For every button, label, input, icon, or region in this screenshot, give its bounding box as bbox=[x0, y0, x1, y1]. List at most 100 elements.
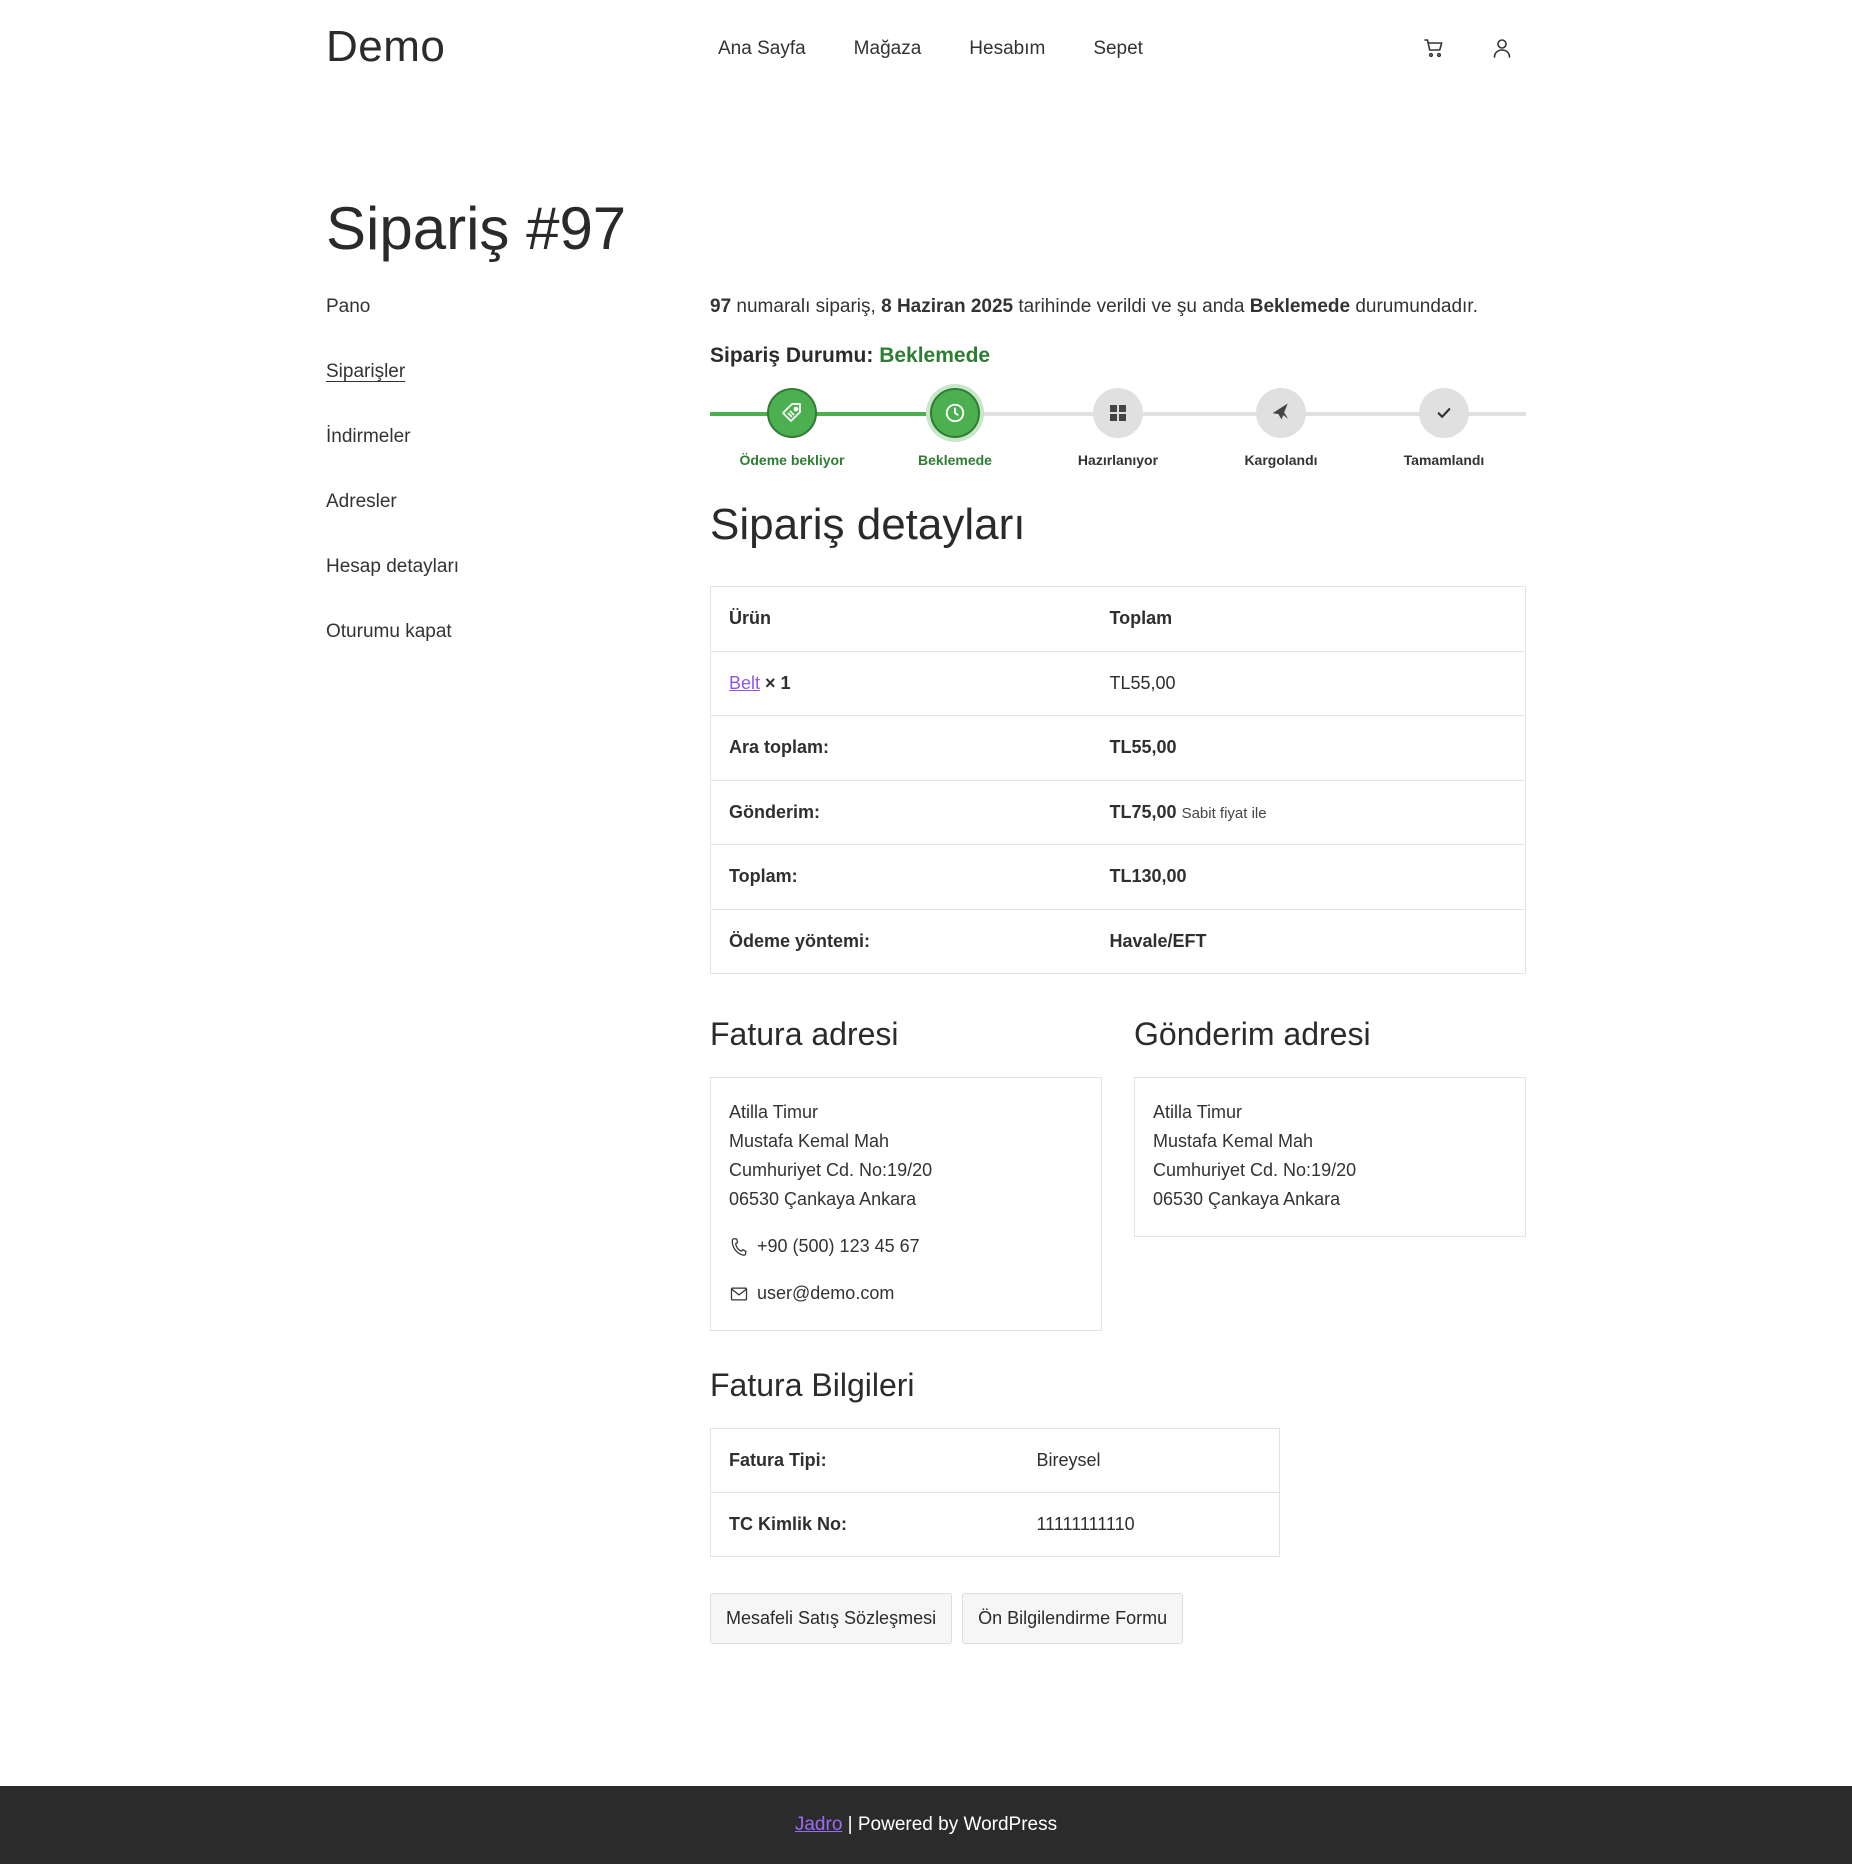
intro-text-1: numaralı sipariş, bbox=[736, 296, 876, 317]
footer-theme-link[interactable]: Jadro bbox=[795, 1814, 843, 1836]
nav-shop[interactable]: Mağaza bbox=[854, 38, 922, 60]
plane-icon bbox=[1256, 388, 1306, 438]
step-on-hold: Beklemede bbox=[873, 388, 1037, 468]
grid-icon bbox=[1093, 388, 1143, 438]
billing-address-title: Fatura adresi bbox=[710, 1016, 899, 1052]
site-header: Demo Ana Sayfa Mağaza Hesabım Sepet bbox=[0, 0, 1852, 100]
nav-home[interactable]: Ana Sayfa bbox=[718, 38, 806, 60]
step-label: Tamamlandı bbox=[1403, 452, 1485, 468]
clock-icon bbox=[930, 388, 980, 438]
payment-method-value: Havale/EFT bbox=[1091, 908, 1526, 974]
order-details-title: Sipariş detayları bbox=[710, 500, 1026, 549]
preliminary-info-form-button[interactable]: Ön Bilgilendirme Formu bbox=[962, 1593, 1184, 1644]
order-main: 97 numaralı sipariş, 8 Haziran 2025 tari… bbox=[710, 290, 1526, 1644]
shipping-address-column: Gönderim adresi Atilla Timur Mustafa Kem… bbox=[1134, 1016, 1526, 1331]
total-value: TL130,00 bbox=[1091, 844, 1526, 909]
shipping-name: Atilla Timur bbox=[1153, 1102, 1243, 1122]
mail-icon bbox=[730, 1287, 748, 1300]
shipping-label: Gönderim: bbox=[710, 779, 1092, 845]
billing-address-box: Atilla Timur Mustafa Kemal Mah Cumhuriye… bbox=[710, 1077, 1102, 1331]
col-total-header: Toplam bbox=[1091, 586, 1526, 651]
subtotal-label: Ara toplam: bbox=[710, 715, 1092, 780]
product-total: TL55,00 bbox=[1091, 650, 1526, 716]
status-value: Beklemede bbox=[879, 344, 991, 367]
nav-cart[interactable]: Sepet bbox=[1093, 38, 1143, 60]
table-row: TC Kimlik No: 11111111110 bbox=[710, 1492, 1280, 1557]
table-header-row: Ürün Toplam bbox=[710, 586, 1526, 651]
billing-name: Atilla Timur bbox=[729, 1102, 819, 1122]
billing-line-3: 06530 Çankaya Ankara bbox=[729, 1189, 917, 1209]
sidebar-item-dashboard[interactable]: Pano bbox=[326, 296, 626, 361]
shipping-method: Sabit fiyat ile bbox=[1181, 804, 1267, 822]
sidebar-item-account-details[interactable]: Hesap detayları bbox=[326, 556, 626, 621]
billing-line-2: Cumhuriyet Cd. No:19/20 bbox=[729, 1160, 933, 1180]
distance-sales-contract-button[interactable]: Mesafeli Satış Sözleşmesi bbox=[710, 1593, 953, 1644]
step-label: Kargolandı bbox=[1244, 452, 1318, 468]
subtotal-value: TL55,00 bbox=[1091, 715, 1526, 780]
tag-icon bbox=[767, 388, 817, 438]
user-icon[interactable] bbox=[1490, 36, 1514, 60]
table-row: Toplam: TL130,00 bbox=[710, 844, 1526, 909]
step-awaiting-payment: Ödeme bekliyor bbox=[710, 388, 874, 468]
shipping-address-title: Gönderim adresi bbox=[1134, 1016, 1371, 1052]
cart-icon[interactable] bbox=[1422, 36, 1446, 60]
sidebar-item-logout[interactable]: Oturumu kapat bbox=[326, 621, 626, 686]
order-details-table: Ürün Toplam Belt × 1 TL55,00 Ara toplam:… bbox=[710, 586, 1526, 974]
total-label: Toplam: bbox=[710, 844, 1092, 909]
tc-id-value: 11111111110 bbox=[1018, 1492, 1280, 1557]
invoice-info-table: Fatura Tipi: Bireysel TC Kimlik No: 1111… bbox=[710, 1428, 1280, 1557]
page-title: Sipariş #97 bbox=[326, 195, 627, 262]
status-label: Sipariş Durumu: bbox=[710, 344, 874, 367]
order-progress-tracker: Ödeme bekliyor Beklemede Hazırlanıyor Ka… bbox=[710, 378, 1526, 498]
sidebar-item-orders[interactable]: Siparişler bbox=[326, 361, 626, 426]
header-icons bbox=[1422, 36, 1514, 60]
shipping-cell: TL75,00 Sabit fiyat ile bbox=[1091, 779, 1526, 845]
shipping-value: TL75,00 bbox=[1109, 801, 1177, 822]
step-label: Beklemede bbox=[918, 452, 992, 468]
step-processing: Hazırlanıyor bbox=[1036, 388, 1200, 468]
sidebar-item-addresses[interactable]: Adresler bbox=[326, 491, 626, 556]
phone-icon bbox=[731, 1237, 747, 1256]
sidebar-item-downloads[interactable]: İndirmeler bbox=[326, 426, 626, 491]
table-row: Ara toplam: TL55,00 bbox=[710, 715, 1526, 780]
intro-status: Beklemede bbox=[1249, 296, 1351, 317]
intro-order-number: 97 bbox=[710, 296, 732, 317]
billing-address-column: Fatura adresi Atilla Timur Mustafa Kemal… bbox=[710, 1016, 1102, 1331]
shipping-line-2: Cumhuriyet Cd. No:19/20 bbox=[1153, 1160, 1357, 1180]
product-link[interactable]: Belt bbox=[729, 673, 760, 693]
billing-email-row: user@demo.com bbox=[729, 1279, 1083, 1308]
tc-id-label: TC Kimlik No: bbox=[710, 1492, 1019, 1557]
intro-text-2: tarihinde verildi ve şu anda bbox=[1018, 296, 1245, 317]
billing-email: user@demo.com bbox=[757, 1283, 895, 1303]
product-cell: Belt × 1 bbox=[710, 650, 1092, 716]
shipping-line-1: Mustafa Kemal Mah bbox=[1153, 1131, 1314, 1151]
nav-account[interactable]: Hesabım bbox=[969, 38, 1045, 60]
shipping-line-3: 06530 Çankaya Ankara bbox=[1153, 1189, 1341, 1209]
shipping-address-box: Atilla Timur Mustafa Kemal Mah Cumhuriye… bbox=[1134, 1077, 1526, 1237]
table-row: Gönderim: TL75,00 Sabit fiyat ile bbox=[710, 779, 1526, 845]
billing-line-1: Mustafa Kemal Mah bbox=[729, 1131, 890, 1151]
col-product-header: Ürün bbox=[710, 586, 1092, 651]
billing-phone: +90 (500) 123 45 67 bbox=[757, 1236, 920, 1256]
site-title[interactable]: Demo bbox=[326, 22, 445, 72]
payment-method-label: Ödeme yöntemi: bbox=[710, 908, 1092, 974]
table-row: Belt × 1 TL55,00 bbox=[710, 650, 1526, 716]
document-actions: Mesafeli Satış Sözleşmesi Ön Bilgilendir… bbox=[710, 1593, 1526, 1644]
order-status: Sipariş Durumu: Beklemede bbox=[710, 344, 1526, 368]
intro-text-3: durumundadır. bbox=[1355, 296, 1478, 317]
invoice-info-title: Fatura Bilgileri bbox=[710, 1367, 915, 1403]
step-label: Hazırlanıyor bbox=[1077, 452, 1159, 468]
main-nav: Ana Sayfa Mağaza Hesabım Sepet bbox=[718, 38, 1143, 60]
step-completed: Tamamlandı bbox=[1362, 388, 1526, 468]
table-row: Fatura Tipi: Bireysel bbox=[710, 1428, 1280, 1493]
site-footer: Jadro | Powered by WordPress bbox=[0, 1786, 1852, 1864]
account-sidebar: Pano Siparişler İndirmeler Adresler Hesa… bbox=[326, 296, 626, 686]
footer-powered-by: | Powered by WordPress bbox=[847, 1814, 1058, 1835]
order-intro: 97 numaralı sipariş, 8 Haziran 2025 tari… bbox=[710, 290, 1526, 324]
invoice-type-value: Bireysel bbox=[1018, 1428, 1280, 1493]
addresses: Fatura adresi Atilla Timur Mustafa Kemal… bbox=[710, 1016, 1526, 1331]
table-row: Ödeme yöntemi: Havale/EFT bbox=[710, 908, 1526, 974]
check-icon bbox=[1419, 388, 1469, 438]
step-label: Ödeme bekliyor bbox=[739, 452, 845, 468]
billing-phone-row: +90 (500) 123 45 67 bbox=[729, 1232, 1083, 1261]
